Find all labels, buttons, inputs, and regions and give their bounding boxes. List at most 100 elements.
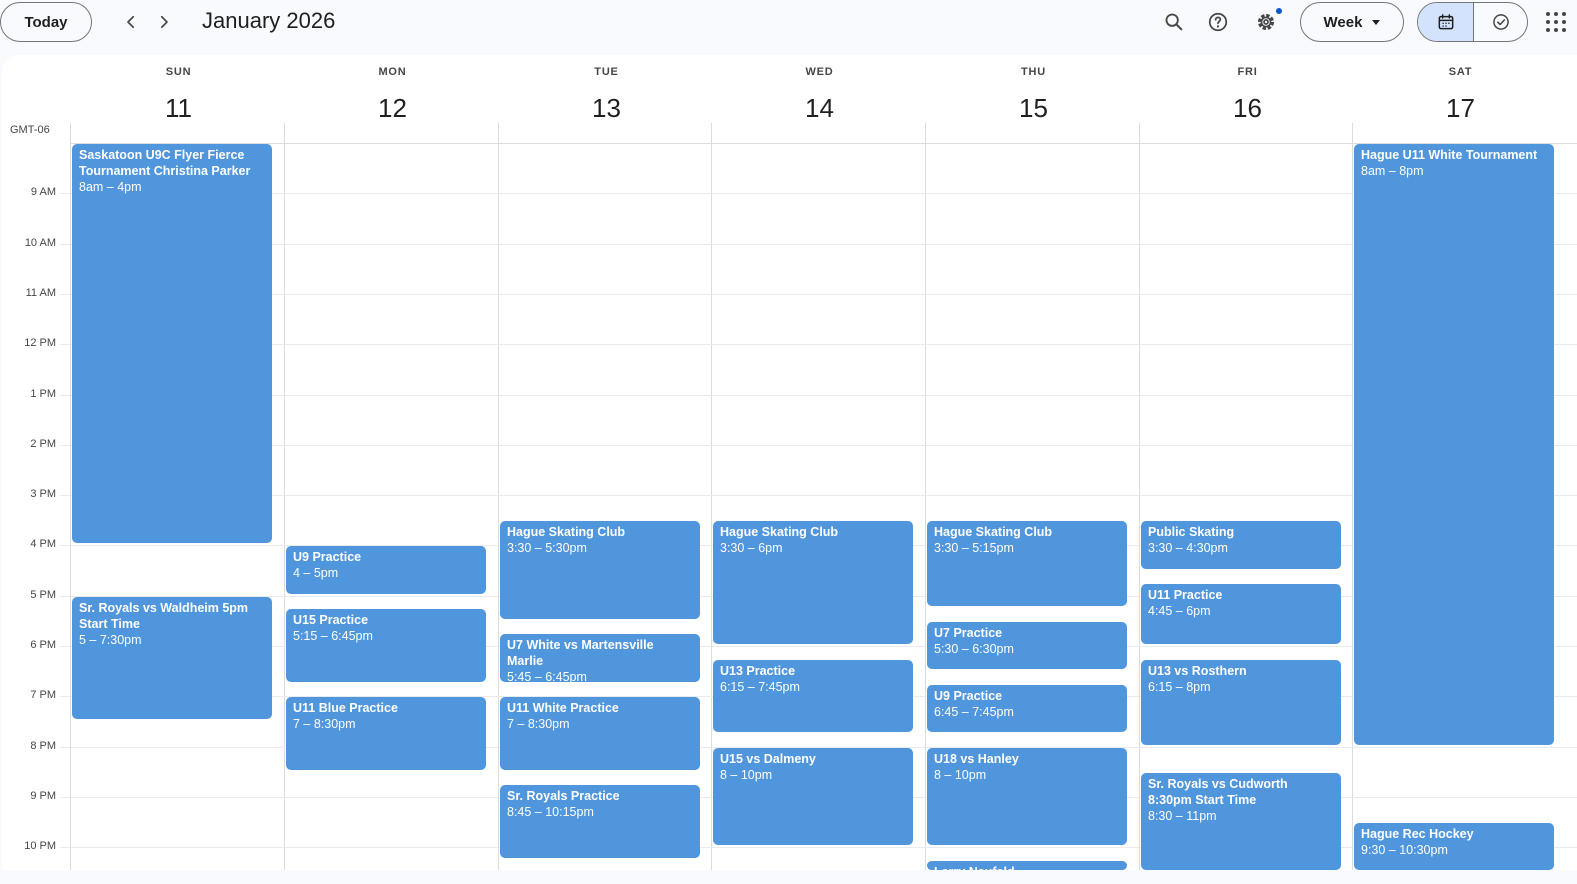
view-toggle xyxy=(1417,2,1528,42)
hour-label: 8 PM xyxy=(30,739,56,752)
calendar-event[interactable]: Hague Skating Club 3:30 – 6pm xyxy=(713,521,913,644)
event-time: 9:30 – 10:30pm xyxy=(1361,843,1448,858)
calendar-event[interactable]: Saskatoon U9C Flyer Fierce Tournament Ch… xyxy=(72,144,272,544)
calendar-event[interactable]: U18 vs Hanley 8 – 10pm xyxy=(927,747,1127,846)
event-time: 7 – 8:30pm xyxy=(507,717,570,732)
calendar-view-button[interactable] xyxy=(1418,3,1474,41)
day-of-week-label: WED xyxy=(805,66,834,78)
day-header-fri[interactable]: FRI 16 xyxy=(1141,55,1354,143)
event-title: Hague Rec Hockey xyxy=(1361,827,1474,842)
day-header-tue[interactable]: TUE 13 xyxy=(500,55,713,143)
day-number[interactable]: 15 xyxy=(927,93,1140,124)
tasks-view-button[interactable] xyxy=(1474,3,1527,41)
hour-label: 10 AM xyxy=(24,236,56,249)
day-header-thu[interactable]: THU 15 xyxy=(927,55,1140,143)
calendar-event[interactable]: Sr. Royals vs Cudworth 8:30pm Start Time… xyxy=(1141,772,1341,870)
day-header-wed[interactable]: WED 14 xyxy=(713,55,926,143)
notification-dot xyxy=(1276,8,1282,14)
calendar-event[interactable]: U13 vs Rosthern 6:15 – 8pm xyxy=(1141,659,1341,745)
day-header-mon[interactable]: MON 12 xyxy=(286,55,499,143)
event-title: U7 White vs Martensville Marlie xyxy=(507,638,654,669)
event-time: 5:30 – 6:30pm xyxy=(934,641,1014,656)
day-number[interactable]: 16 xyxy=(1141,93,1354,124)
hour-label: 2 PM xyxy=(30,437,56,450)
day-header-sat[interactable]: SAT 17 xyxy=(1354,55,1567,143)
calendar-event[interactable]: Hague Skating Club 3:30 – 5:30pm xyxy=(500,521,700,619)
prev-week-button[interactable] xyxy=(115,6,147,38)
event-title: U13 vs Rosthern xyxy=(1148,663,1247,678)
column-divider xyxy=(70,123,71,870)
event-time: 6:15 – 8pm xyxy=(1148,679,1211,694)
calendar-event[interactable]: Hague Rec Hockey 9:30 – 10:30pm xyxy=(1354,823,1554,870)
day-header-sun[interactable]: SUN 11 xyxy=(72,55,285,143)
settings-button[interactable] xyxy=(1246,2,1286,42)
event-title: Hague Skating Club xyxy=(934,525,1053,540)
help-button[interactable] xyxy=(1198,2,1238,42)
calendar-event[interactable]: Public Skating 3:30 – 4:30pm xyxy=(1141,521,1341,569)
search-button[interactable] xyxy=(1154,2,1194,42)
calendar-icon xyxy=(1438,14,1453,30)
hour-gridline xyxy=(60,344,1577,346)
calendar-event[interactable]: U11 White Practice 7 – 8:30pm xyxy=(500,697,700,770)
hour-gridline xyxy=(60,243,1577,245)
event-title: Saskatoon U9C Flyer Fierce Tournament Ch… xyxy=(79,148,251,178)
day-number[interactable]: 17 xyxy=(1354,93,1567,124)
calendar-event[interactable]: U9 Practice 6:45 – 7:45pm xyxy=(927,684,1127,733)
page-title: January 2026 xyxy=(202,8,336,33)
event-time: 8am – 8pm xyxy=(1361,164,1424,178)
hour-label: 10 PM xyxy=(24,840,56,853)
day-number[interactable]: 11 xyxy=(72,93,285,124)
top-bar: Today January 2026 Week xyxy=(0,0,1577,44)
event-time: 8am – 4pm xyxy=(79,180,142,194)
calendar-event[interactable]: U7 Practice 5:30 – 6:30pm xyxy=(927,621,1127,670)
day-of-week-label: FRI xyxy=(1237,66,1258,78)
apps-grid-icon[interactable] xyxy=(1546,12,1566,32)
day-of-week-label: SUN xyxy=(165,66,192,78)
calendar-event[interactable]: Hague U11 White Tournament 8am – 8pm xyxy=(1354,144,1554,745)
calendar-event[interactable]: U11 Practice 4:45 – 6pm xyxy=(1141,584,1341,644)
event-title: Hague Skating Club xyxy=(507,525,626,540)
chevron-left-icon xyxy=(127,15,135,29)
event-title: Public Skating xyxy=(1148,525,1235,540)
calendar-event[interactable]: Hague Skating Club 3:30 – 5:15pm xyxy=(927,521,1127,607)
calendar-app: Today January 2026 Week GMT-06 SUN 11 MO… xyxy=(0,0,1577,884)
event-title: U9 Practice xyxy=(934,688,1003,703)
help-icon xyxy=(1208,12,1228,32)
calendar-event[interactable]: U15 vs Dalmeny 8 – 10pm xyxy=(713,747,913,846)
hour-label: 12 PM xyxy=(24,337,56,350)
today-button[interactable]: Today xyxy=(0,2,92,42)
event-title: U9 Practice xyxy=(293,550,362,565)
check-circle-icon xyxy=(1492,14,1509,30)
calendar-event[interactable]: U15 Practice 5:15 – 6:45pm xyxy=(286,609,486,682)
day-of-week-label: THU xyxy=(1020,66,1046,78)
calendar-event[interactable]: U13 Practice 6:15 – 7:45pm xyxy=(713,659,913,732)
event-title: Sr. Royals vs Waldheim 5pm Start Time xyxy=(79,600,249,631)
day-number[interactable]: 12 xyxy=(286,93,499,124)
view-selector[interactable]: Week xyxy=(1300,2,1404,42)
hour-gridline xyxy=(60,847,1577,849)
calendar-event[interactable]: U11 Blue Practice 7 – 8:30pm xyxy=(286,697,486,770)
event-time: 4:45 – 6pm xyxy=(1148,604,1211,619)
hour-label: 6 PM xyxy=(30,639,56,651)
hour-label: 9 PM xyxy=(30,789,56,802)
calendar-event[interactable]: Sr. Royals Practice 8:45 – 10:15pm xyxy=(500,785,700,858)
chevron-right-icon xyxy=(160,15,168,29)
event-time: 3:30 – 5:15pm xyxy=(934,541,1014,556)
calendar-event[interactable]: U7 White vs Martensville Marlie 5:45 – 6:… xyxy=(500,634,700,682)
event-title: Hague Skating Club xyxy=(720,525,839,540)
calendar-event[interactable]: Larry Neufeld xyxy=(927,860,1127,870)
day-number[interactable]: 13 xyxy=(500,93,713,124)
next-week-button[interactable] xyxy=(148,6,180,38)
day-of-week-label: SAT xyxy=(1448,66,1473,78)
hour-label: 11 AM xyxy=(25,286,56,299)
day-number[interactable]: 14 xyxy=(713,93,926,124)
event-title: U15 Practice xyxy=(293,613,369,628)
day-of-week-label: MON xyxy=(378,66,407,78)
column-divider xyxy=(1352,123,1353,870)
gear-icon xyxy=(1257,13,1275,31)
timezone-label: GMT-06 xyxy=(10,124,50,136)
event-time: 8:45 – 10:15pm xyxy=(507,805,594,820)
hour-label: 4 PM xyxy=(30,538,56,551)
calendar-event[interactable]: Sr. Royals vs Waldheim 5pm Start Time 5 –… xyxy=(72,596,272,720)
calendar-event[interactable]: U9 Practice 4 – 5pm xyxy=(286,546,486,594)
